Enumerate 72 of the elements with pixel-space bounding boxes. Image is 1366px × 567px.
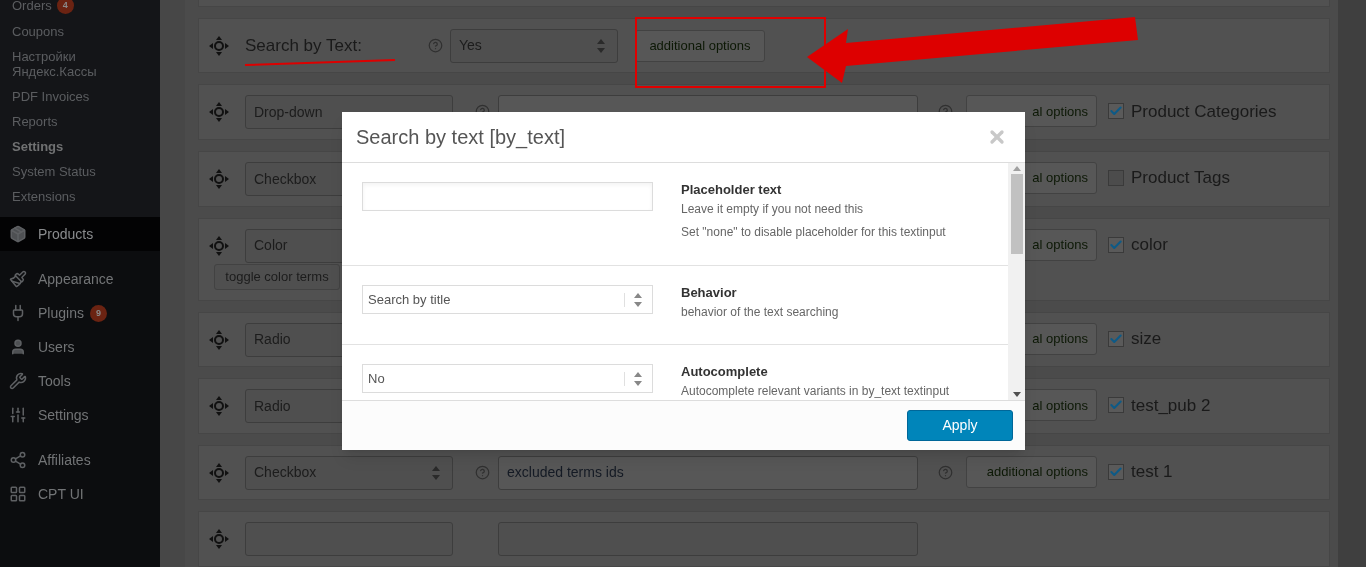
sort-arrows-icon — [432, 465, 440, 480]
submenu-item[interactable]: Reports — [0, 109, 160, 134]
checkbox[interactable] — [1108, 463, 1124, 480]
menu-item[interactable]: Settings — [0, 398, 160, 432]
submenu-item[interactable]: Extensions — [0, 184, 160, 209]
sort-arrows-icon — [634, 292, 642, 307]
count-badge: 4 — [56, 0, 74, 14]
option-hint: Autocomplete relevant variants in by_text textinput — [681, 383, 950, 400]
menu-item[interactable]: Plugins 9 — [0, 296, 160, 330]
sort-arrows-icon — [597, 38, 605, 53]
move-handle-icon[interactable] — [208, 34, 230, 57]
option-label: Autocomplete — [681, 363, 769, 381]
checkbox[interactable] — [1108, 330, 1124, 347]
menu-item[interactable]: Products — [0, 217, 160, 251]
nodes-icon — [9, 451, 27, 469]
move-handle-icon[interactable] — [208, 101, 230, 124]
scrollbar[interactable] — [1008, 163, 1025, 400]
sort-arrows-icon — [634, 371, 642, 386]
taxonomy-label: Product Tags — [1131, 167, 1230, 190]
menu-item[interactable]: Users — [0, 330, 160, 364]
checkbox[interactable] — [1108, 397, 1124, 414]
close-icon[interactable] — [987, 127, 1007, 147]
move-handle-icon[interactable] — [208, 328, 230, 351]
option-select[interactable]: Search by title — [362, 285, 653, 314]
wrench-icon — [9, 372, 27, 390]
menu-item[interactable]: CPT UI — [0, 477, 160, 511]
placeholder-input-field[interactable] — [362, 182, 653, 211]
checkbox[interactable] — [1108, 103, 1124, 120]
move-handle-icon[interactable] — [208, 395, 230, 418]
excluded-terms-field[interactable]: excluded terms ids — [498, 455, 918, 490]
scroll-up-icon[interactable] — [1012, 166, 1021, 171]
user-icon — [9, 338, 27, 356]
paintbrush-icon — [9, 270, 27, 288]
additional-options-button[interactable]: additional options — [635, 29, 765, 62]
sliders-icon — [9, 406, 27, 424]
option-hint: Leave it empty if you not need this — [681, 201, 865, 218]
submenu-item[interactable]: Настройки Яндекс.Кассы — [0, 44, 160, 84]
move-handle-icon[interactable] — [208, 528, 230, 551]
move-handle-icon[interactable] — [208, 168, 230, 190]
menu-item[interactable]: Tools — [0, 364, 160, 398]
submenu-item[interactable]: PDF Invoices — [0, 84, 160, 109]
checkmark-icon — [1109, 464, 1123, 479]
move-handle-icon[interactable] — [208, 461, 230, 484]
option-label: Placeholder text — [681, 181, 783, 199]
submenu-item[interactable]: System Status — [0, 159, 160, 184]
move-handle-icon[interactable] — [208, 234, 230, 257]
help-icon[interactable] — [428, 38, 443, 54]
modal-title: Search by text [by_text] — [356, 125, 565, 151]
help-icon[interactable] — [938, 464, 953, 480]
help-icon[interactable] — [475, 464, 490, 480]
taxonomy-label: color — [1131, 233, 1168, 256]
taxonomy-label: size — [1131, 328, 1162, 351]
checkmark-icon — [1109, 237, 1123, 252]
scroll-thumb[interactable] — [1010, 174, 1023, 254]
box-icon — [9, 225, 27, 243]
count-badge: 9 — [89, 304, 107, 322]
menu-item[interactable]: Appearance — [0, 262, 160, 296]
option-hint: behavior of the text searching — [681, 304, 839, 321]
taxonomy-label: Product Categories — [1131, 100, 1277, 123]
checkbox[interactable] — [1108, 236, 1124, 253]
scroll-down-icon[interactable] — [1012, 392, 1021, 397]
option-hint: Set "none" to disable placeholder for this textinput — [681, 224, 946, 241]
submenu-item[interactable]: Orders 4 — [0, 0, 160, 19]
checkmark-icon — [1109, 331, 1123, 346]
apply-button[interactable]: Apply — [907, 410, 1013, 441]
submenu-item[interactable]: Coupons — [0, 19, 160, 44]
grid-icon — [9, 485, 27, 503]
additional-options-button[interactable]: additional options — [966, 455, 1097, 488]
option-label: Behavior — [681, 284, 738, 302]
option-select[interactable]: No — [362, 364, 653, 393]
submenu-item[interactable]: Settings — [0, 134, 160, 159]
menu-item[interactable]: Affiliates — [0, 443, 160, 477]
